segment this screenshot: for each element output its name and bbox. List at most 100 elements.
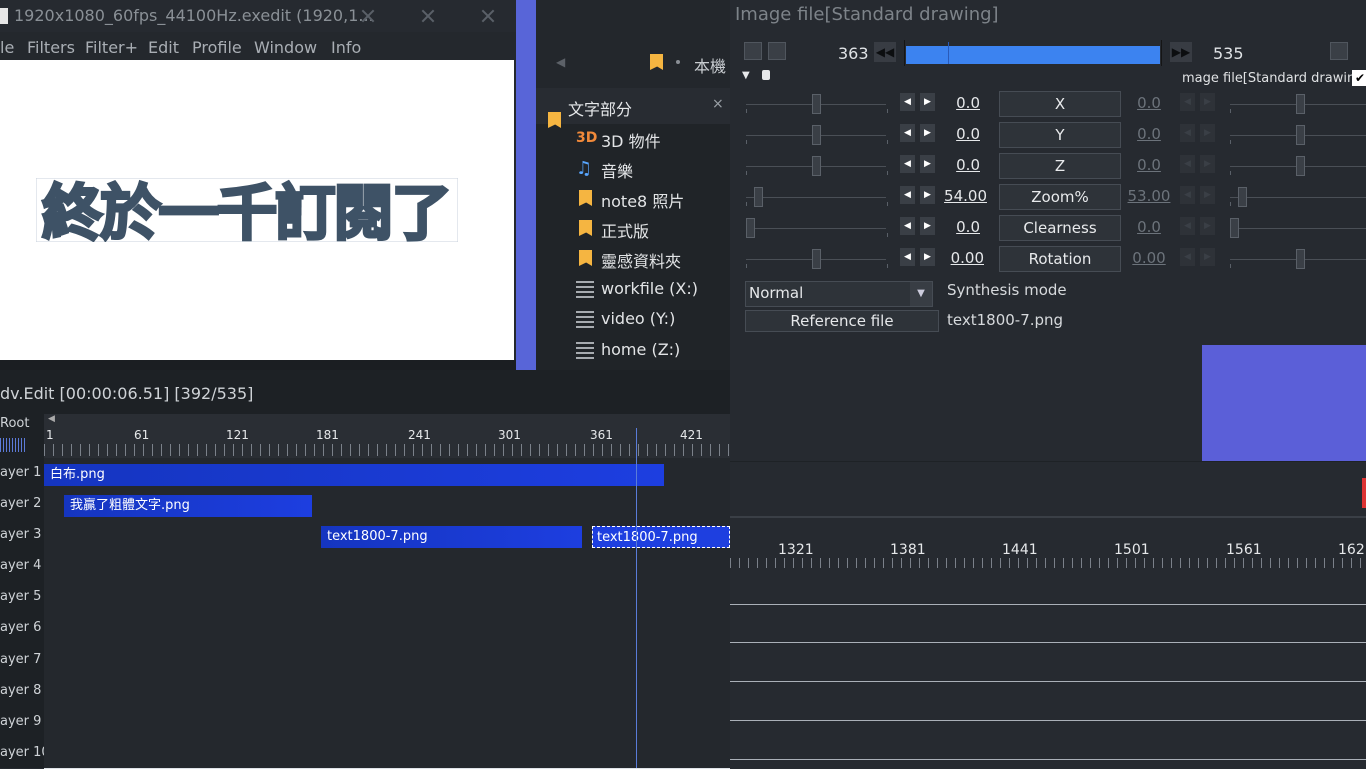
explorer-folder-header[interactable] — [536, 88, 730, 124]
layer-label[interactable]: ayer 2 — [0, 496, 41, 511]
scroll-left-icon[interactable]: ◀ — [48, 414, 55, 424]
decrement-icon[interactable]: ◀ — [900, 217, 915, 235]
start-value[interactable]: 0.0 — [928, 125, 980, 143]
start-value[interactable]: 0.00 — [932, 249, 984, 267]
param-name-button[interactable]: X — [999, 91, 1121, 117]
left-slider[interactable] — [746, 249, 888, 269]
layer-label[interactable]: ayer 9 — [0, 714, 41, 729]
frame-icon[interactable] — [768, 42, 786, 60]
start-value[interactable]: 0.0 — [928, 156, 980, 174]
increment-icon[interactable]: ▶ — [1200, 186, 1215, 204]
back-arrow-icon[interactable]: ◀ — [556, 55, 565, 69]
menu-filter-plus[interactable]: Filter+ — [85, 38, 138, 57]
explorer-item-music[interactable]: ♫ 音樂 — [576, 156, 726, 182]
end-value[interactable]: 0.0 — [1123, 218, 1175, 236]
close-icon[interactable]: × — [712, 96, 724, 112]
clip-text-image-selected[interactable]: text1800-7.png — [592, 526, 730, 548]
increment-icon[interactable]: ▶ — [920, 186, 935, 204]
increment-icon[interactable]: ▶ — [1200, 93, 1215, 111]
left-slider[interactable] — [746, 218, 888, 238]
layer-row[interactable] — [44, 644, 730, 676]
increment-icon[interactable]: ▶ — [1200, 124, 1215, 142]
playhead[interactable] — [636, 428, 637, 768]
menu-window[interactable]: Window — [254, 38, 317, 57]
end-value[interactable]: 0.0 — [1123, 156, 1175, 174]
decrement-icon[interactable]: ◀ — [1180, 217, 1195, 235]
start-value[interactable]: 54.00 — [935, 187, 987, 205]
reference-file-button[interactable]: Reference file — [745, 310, 939, 332]
close-icon[interactable] — [478, 6, 498, 26]
explorer-item-home[interactable]: home (Z:) — [576, 338, 726, 364]
increment-icon[interactable]: ▶ — [1200, 248, 1215, 266]
root-label[interactable]: Root — [0, 416, 29, 431]
layer-label[interactable]: ayer 7 — [0, 652, 41, 667]
seek-forward-icon[interactable]: ▶▶ — [1170, 42, 1192, 62]
end-value[interactable]: 0.0 — [1123, 94, 1175, 112]
left-slider[interactable] — [746, 187, 888, 207]
layer-label[interactable]: ayer 10 — [0, 745, 50, 760]
layer-row[interactable] — [44, 613, 730, 645]
layer-label[interactable]: ayer 5 — [0, 589, 41, 604]
menu-profile[interactable]: Profile — [192, 38, 242, 57]
decrement-icon[interactable]: ◀ — [1180, 155, 1195, 173]
start-value[interactable]: 0.0 — [928, 94, 980, 112]
collapse-arrow-icon[interactable]: ▼ — [742, 70, 750, 81]
explorer-item-3d-objects[interactable]: 3D 3D 物件 — [576, 126, 726, 152]
explorer-item-note8[interactable]: note8 照片 — [576, 186, 726, 212]
layer-label[interactable]: ayer 4 — [0, 558, 41, 573]
left-slider[interactable] — [746, 125, 888, 145]
decrement-icon[interactable]: ◀ — [900, 248, 915, 266]
menu-info[interactable]: Info — [331, 38, 361, 57]
decrement-icon[interactable]: ◀ — [1180, 186, 1195, 204]
right-slider[interactable] — [1230, 94, 1366, 114]
start-value[interactable]: 0.0 — [928, 218, 980, 236]
layer-row[interactable] — [44, 737, 730, 769]
decrement-icon[interactable]: ◀ — [900, 186, 915, 204]
param-name-button[interactable]: Z — [999, 153, 1121, 179]
link-icon[interactable] — [1330, 42, 1348, 60]
timeline-ruler[interactable]: ◀ 1 61 121 181 241 301 361 421 — [44, 414, 730, 458]
layer-row[interactable] — [44, 551, 730, 583]
object-enabled-checkbox[interactable]: ✔ — [1352, 70, 1366, 86]
param-name-button[interactable]: Y — [999, 122, 1121, 148]
minimize-icon[interactable] — [358, 6, 378, 26]
param-name-button[interactable]: Zoom% — [999, 184, 1121, 210]
seek-bar[interactable] — [904, 40, 1162, 66]
left-slider[interactable] — [746, 94, 888, 114]
increment-icon[interactable]: ▶ — [1200, 155, 1215, 173]
layer-label[interactable]: ayer 8 — [0, 683, 41, 698]
right-slider[interactable] — [1230, 249, 1366, 269]
layer-label[interactable]: ayer 3 — [0, 527, 41, 542]
increment-icon[interactable]: ▶ — [1200, 217, 1215, 235]
explorer-item-video[interactable]: video (Y:) — [576, 307, 726, 333]
param-name-button[interactable]: Rotation — [999, 246, 1121, 272]
clip-white-cloth[interactable]: 白布.png — [44, 464, 664, 486]
right-slider[interactable] — [1230, 125, 1366, 145]
layer-row[interactable] — [44, 706, 730, 738]
layer-row[interactable] — [44, 582, 730, 614]
end-value[interactable]: 53.00 — [1123, 187, 1175, 205]
right-slider[interactable] — [1230, 218, 1366, 238]
maximize-icon[interactable] — [418, 6, 438, 26]
explorer-item-official[interactable]: 正式版 — [576, 216, 726, 242]
camera-icon[interactable] — [744, 42, 762, 60]
end-value[interactable]: 0.0 — [1123, 125, 1175, 143]
layer-label[interactable]: ayer 1 — [0, 465, 41, 480]
zoom-slider[interactable] — [0, 438, 26, 452]
layer-row[interactable] — [44, 675, 730, 707]
explorer-item-inspiration[interactable]: 靈感資料夾 — [576, 246, 726, 272]
end-value[interactable]: 0.00 — [1123, 249, 1175, 267]
preview-text-object[interactable]: 終於一千訂閱了 — [35, 177, 459, 251]
seek-back-icon[interactable]: ◀◀ — [874, 42, 896, 62]
seek-handle[interactable] — [948, 42, 949, 64]
menu-edit[interactable]: Edit — [148, 38, 179, 57]
decrement-icon[interactable]: ◀ — [1180, 124, 1195, 142]
left-slider[interactable] — [746, 156, 888, 176]
param-name-button[interactable]: Clearness — [999, 215, 1121, 241]
menu-file[interactable]: le — [0, 38, 14, 57]
menu-filters[interactable]: Filters — [27, 38, 75, 57]
decrement-icon[interactable]: ◀ — [1180, 93, 1195, 111]
decrement-icon[interactable]: ◀ — [900, 93, 915, 111]
explorer-item-workfile[interactable]: workfile (X:) — [576, 277, 726, 303]
right-slider[interactable] — [1230, 187, 1366, 207]
